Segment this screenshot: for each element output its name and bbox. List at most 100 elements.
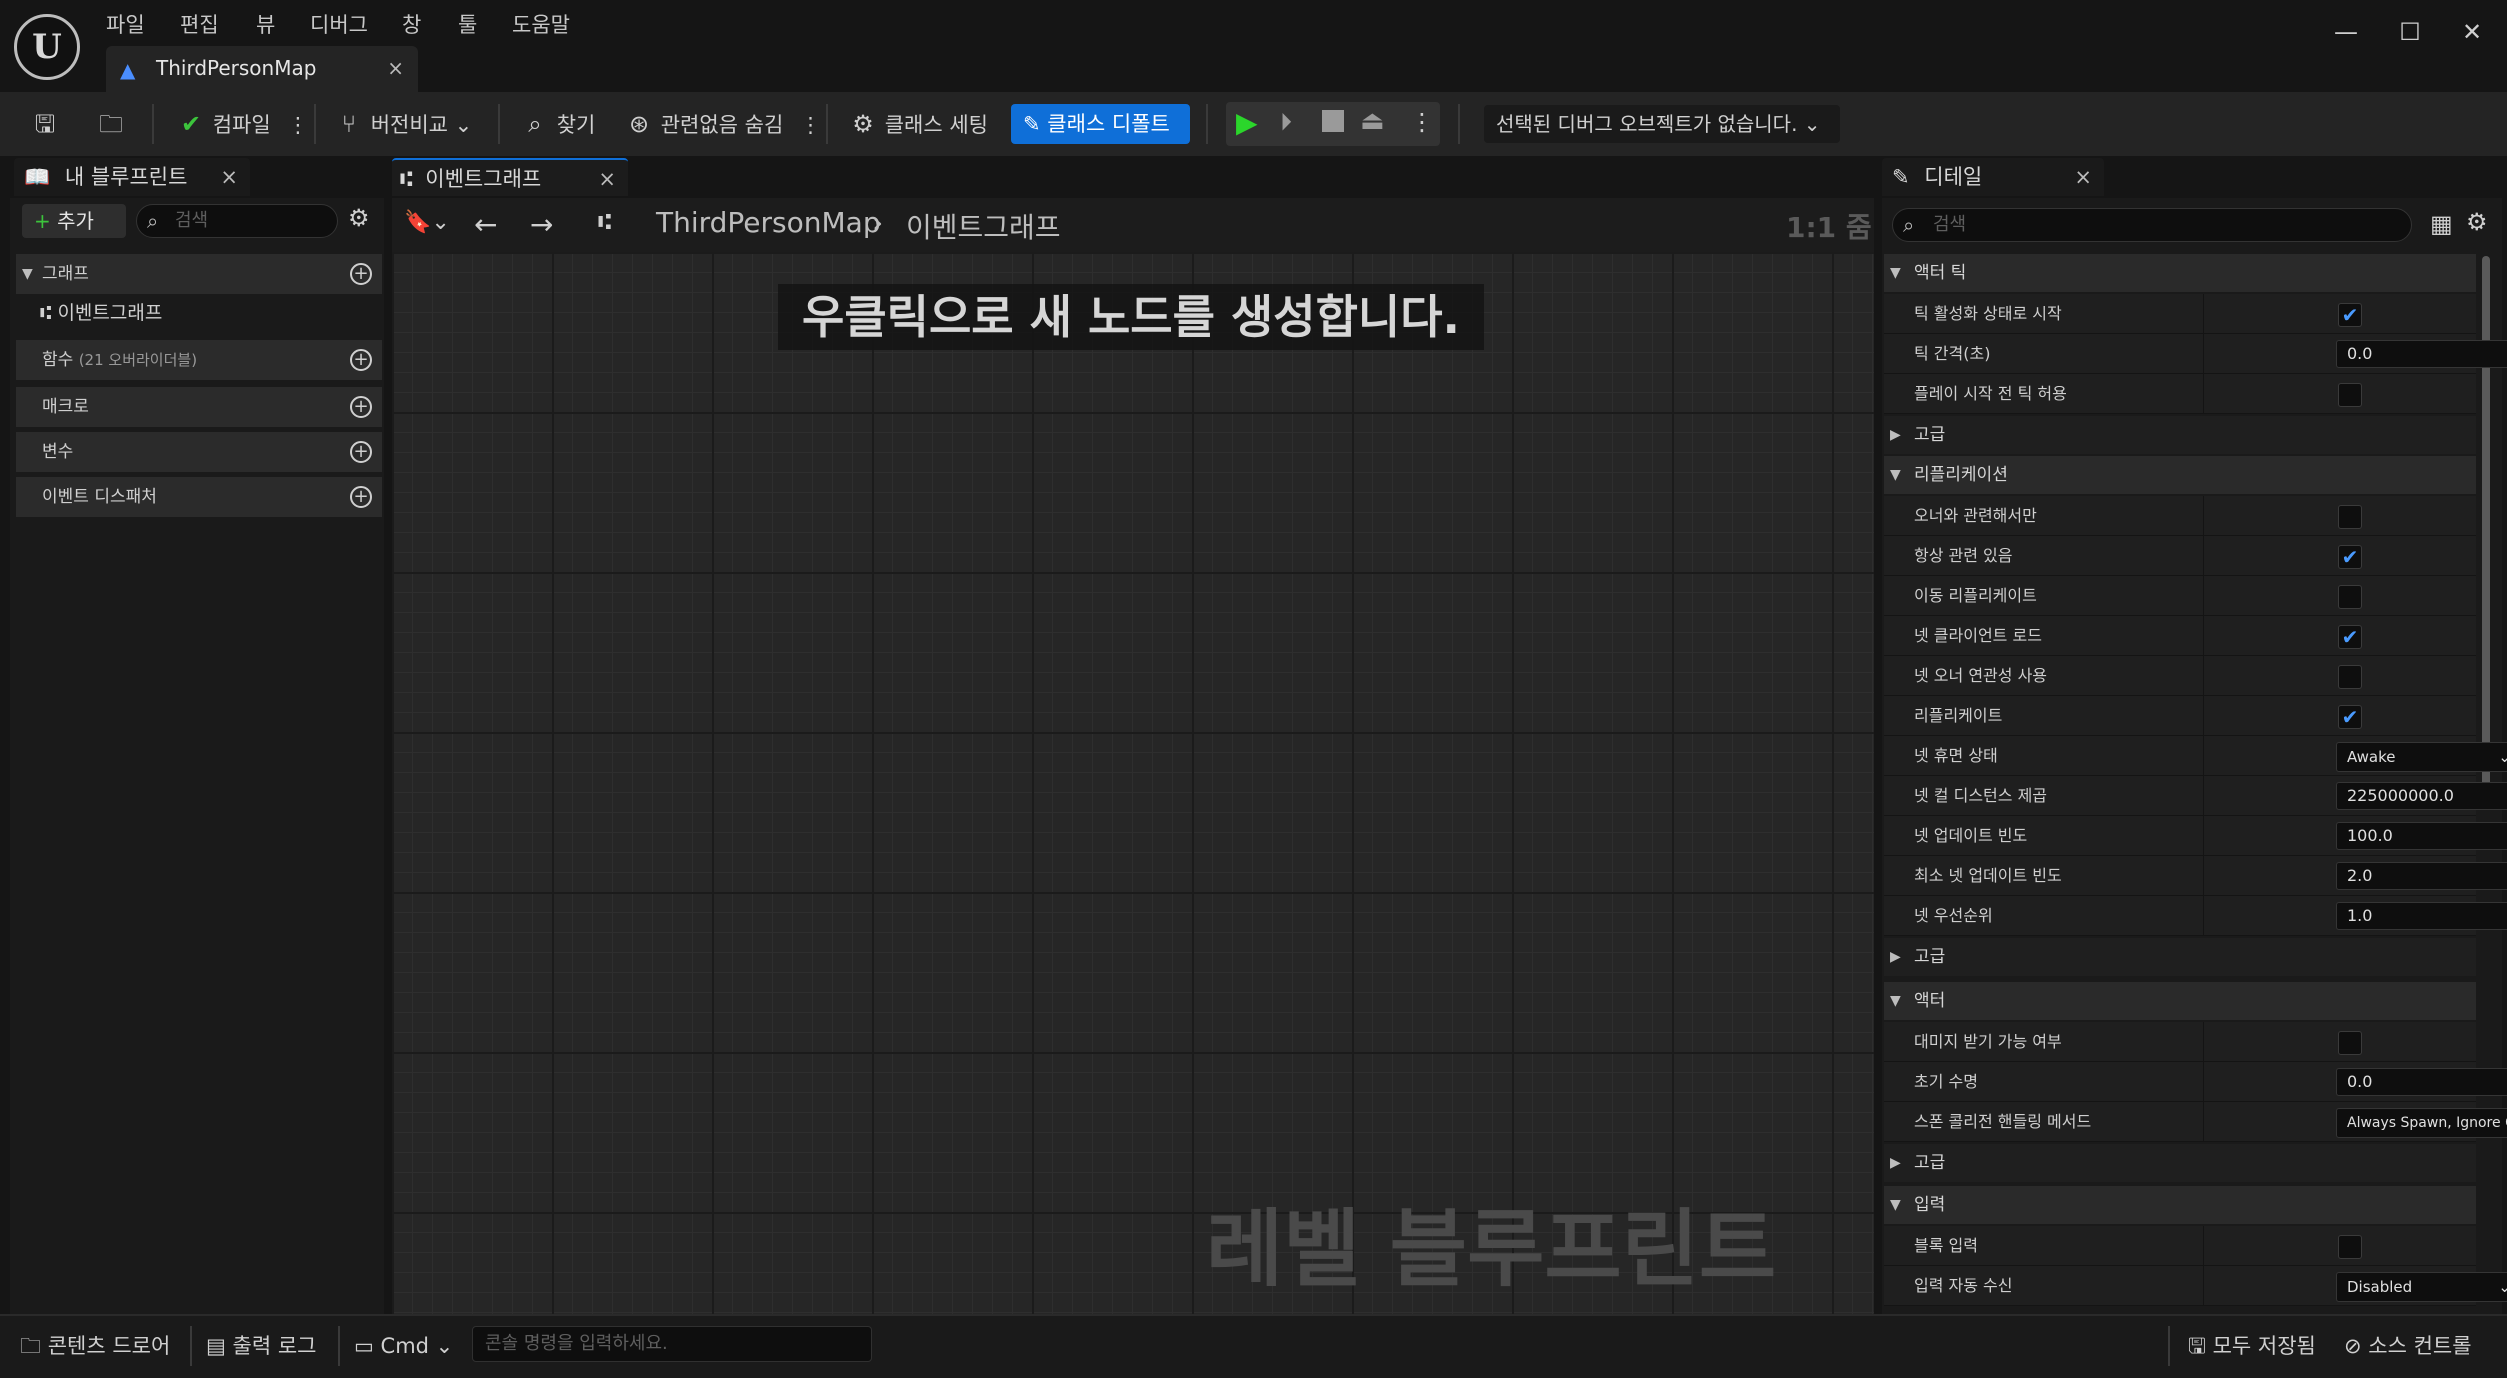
net-load-on-client-checkbox[interactable]: ✔ xyxy=(2338,625,2362,649)
minimize-button[interactable]: — xyxy=(2326,14,2366,50)
close-tab-icon[interactable]: × xyxy=(220,158,238,196)
save-button[interactable]: 🖫 xyxy=(30,104,60,144)
net-priority-input[interactable]: 1.0 xyxy=(2336,902,2507,930)
min-net-update-frequency-input[interactable]: 2.0 xyxy=(2336,862,2507,890)
details-scrollbar-thumb[interactable] xyxy=(2482,256,2490,792)
class-settings-button[interactable]: ⚙ 클래스 세팅 xyxy=(848,104,988,144)
section-actor-tick[interactable]: ▼ 액터 틱 xyxy=(1884,254,2476,292)
section-input-label: 입력 xyxy=(1914,1195,1946,1215)
add-function-icon[interactable]: + xyxy=(350,349,372,371)
replicates-checkbox[interactable]: ✔ xyxy=(2338,705,2362,729)
section-actor[interactable]: ▼ 액터 xyxy=(1884,982,2476,1020)
tab-my-blueprint[interactable]: 📖 내 블루프린트 × xyxy=(14,158,250,196)
details-search-input[interactable]: ⌕ 검색 xyxy=(1892,208,2412,242)
net-use-owner-relevancy-checkbox[interactable] xyxy=(2338,665,2362,689)
section-advanced[interactable]: ▶ 고급 xyxy=(1884,1144,2476,1182)
console-command-input[interactable]: 콘솔 명령을 입력하세요. xyxy=(472,1326,872,1362)
tab-event-graph[interactable]: ⑆ 이벤트그래프 × xyxy=(392,158,628,196)
more-options-icon[interactable]: ⋮ xyxy=(800,113,821,137)
cmd-select[interactable]: ▭ Cmd ⌄ xyxy=(354,1326,453,1366)
net-update-frequency-input[interactable]: 100.0 xyxy=(2336,822,2507,850)
graph-hint: 우클릭으로 새 노드를 생성합니다. xyxy=(778,284,1484,350)
only-relevant-to-owner-checkbox[interactable] xyxy=(2338,505,2362,529)
menu-view[interactable]: 뷰 xyxy=(256,10,275,40)
close-tab-icon[interactable]: × xyxy=(598,160,616,198)
menu-window[interactable]: 창 xyxy=(402,10,421,40)
expand-down-icon: ▼ xyxy=(22,266,33,282)
maximize-button[interactable]: ☐ xyxy=(2390,14,2430,50)
tick-interval-input[interactable]: 0.0 xyxy=(2336,340,2507,368)
document-tab-thirdpersonmap[interactable]: ▲ ThirdPersonMap × xyxy=(106,46,418,92)
initial-life-span-input[interactable]: 0.0 xyxy=(2336,1068,2507,1096)
gear-icon[interactable]: ⚙ xyxy=(348,204,370,232)
debug-object-select[interactable]: 선택된 디버그 오브젝트가 없습니다. ⌄ xyxy=(1484,105,1840,143)
output-log-button[interactable]: ▤ 출력 로그 xyxy=(206,1326,317,1366)
spawn-collision-dropdown[interactable]: Always Spawn, Ignore Collisions ⌄ xyxy=(2336,1108,2507,1138)
always-relevant-checkbox[interactable]: ✔ xyxy=(2338,545,2362,569)
breadcrumb-chevron-icon: › xyxy=(872,206,884,239)
prop-label: 틱 간격(초) xyxy=(1914,334,2204,374)
section-replication[interactable]: ▼ 리플리케이션 xyxy=(1884,456,2476,494)
gear-icon[interactable]: ⚙ xyxy=(2466,208,2488,236)
section-macros[interactable]: 매크로 + xyxy=(16,387,382,427)
section-graphs[interactable]: ▼ 그래프 + xyxy=(16,254,382,294)
tab-event-graph-label: 이벤트그래프 xyxy=(425,167,542,191)
add-macro-icon[interactable]: + xyxy=(350,396,372,418)
tick-before-begin-checkbox[interactable] xyxy=(2338,383,2362,407)
unreal-logo[interactable]: U xyxy=(14,14,80,80)
forward-arrow-icon[interactable]: → xyxy=(530,208,553,241)
graph-item-eventgraph[interactable]: ⑆ 이벤트그래프 xyxy=(40,296,380,330)
class-defaults-button[interactable]: ✎ 클래스 디폴트 xyxy=(1011,104,1190,144)
block-input-checkbox[interactable] xyxy=(2338,1235,2362,1259)
prop-net-update-frequency: 넷 업데이트 빈도 100.0 xyxy=(1884,816,2507,856)
save-all-button[interactable]: 🖫 모두 저장됨 xyxy=(2188,1326,2316,1366)
bookmark-icon[interactable]: 🔖⌄ xyxy=(404,210,450,235)
close-window-button[interactable]: ✕ xyxy=(2452,14,2492,50)
step-icon[interactable]: ⏵ xyxy=(1280,108,1292,136)
hide-unrelated-button[interactable]: ⊛ 관련없음 숨김 ⋮ xyxy=(624,104,821,144)
more-options-icon[interactable]: ⋮ xyxy=(1410,108,1434,136)
section-input[interactable]: ▼ 입력 xyxy=(1884,1186,2476,1224)
menu-file[interactable]: 파일 xyxy=(106,10,145,40)
start-with-tick-checkbox[interactable]: ✔ xyxy=(2338,303,2362,327)
section-variables[interactable]: 변수 + xyxy=(16,432,382,472)
section-advanced[interactable]: ▶ 고급 xyxy=(1884,938,2476,976)
browse-button[interactable]: 🗀 xyxy=(96,104,126,144)
section-advanced[interactable]: ▶ 고급 xyxy=(1884,416,2476,454)
add-graph-icon[interactable]: + xyxy=(350,263,372,285)
add-variable-icon[interactable]: + xyxy=(350,441,372,463)
close-tab-icon[interactable]: × xyxy=(387,56,404,80)
compile-button[interactable]: ✔ 컴파일 ⋮ xyxy=(176,104,308,144)
net-dormancy-dropdown[interactable]: Awake ⌄ xyxy=(2336,742,2507,772)
find-button[interactable]: ⌕ 찾기 xyxy=(520,104,595,144)
prop-label: 틱 활성화 상태로 시작 xyxy=(1914,294,2204,334)
stop-icon[interactable] xyxy=(1322,110,1344,132)
my-blueprint-search-input[interactable]: ⌕ 검색 xyxy=(136,204,338,238)
add-button[interactable]: + 추가 xyxy=(22,204,126,238)
graph-canvas[interactable] xyxy=(392,252,1874,1314)
content-drawer-button[interactable]: 🗀 콘텐츠 드로어 xyxy=(20,1326,170,1366)
diff-button[interactable]: ⑂ 버전비교 ⌄ xyxy=(334,104,472,144)
breadcrumb-root[interactable]: ThirdPersonMap xyxy=(656,206,881,239)
tab-details[interactable]: ✎ 디테일 × xyxy=(1882,158,2104,196)
menu-debug[interactable]: 디버그 xyxy=(310,10,368,40)
menu-tools[interactable]: 툴 xyxy=(458,10,477,40)
can-be-damaged-checkbox[interactable] xyxy=(2338,1031,2362,1055)
source-control-button[interactable]: ⊘ 소스 컨트롤 xyxy=(2344,1326,2472,1366)
table-view-icon[interactable]: ▦ xyxy=(2430,210,2453,238)
hide-unrelated-label: 관련없음 숨김 xyxy=(660,113,784,137)
menu-help[interactable]: 도움말 xyxy=(512,10,570,40)
net-cull-distance-input[interactable]: 225000000.0 xyxy=(2336,782,2507,810)
more-options-icon[interactable]: ⋮ xyxy=(287,113,308,137)
play-icon[interactable]: ▶ xyxy=(1236,106,1258,139)
add-dispatcher-icon[interactable]: + xyxy=(350,486,372,508)
replicate-movement-checkbox[interactable] xyxy=(2338,585,2362,609)
auto-receive-input-dropdown[interactable]: Disabled ⌄ xyxy=(2336,1272,2507,1302)
toolbar-divider xyxy=(314,104,316,144)
eject-icon[interactable]: ⏏ xyxy=(1360,106,1385,136)
section-functions[interactable]: 함수 (21 오버라이더블) + xyxy=(16,340,382,380)
back-arrow-icon[interactable]: ← xyxy=(474,208,497,241)
section-event-dispatchers[interactable]: 이벤트 디스패처 + xyxy=(16,477,382,517)
menu-edit[interactable]: 편집 xyxy=(180,10,219,40)
close-tab-icon[interactable]: × xyxy=(2074,158,2092,196)
